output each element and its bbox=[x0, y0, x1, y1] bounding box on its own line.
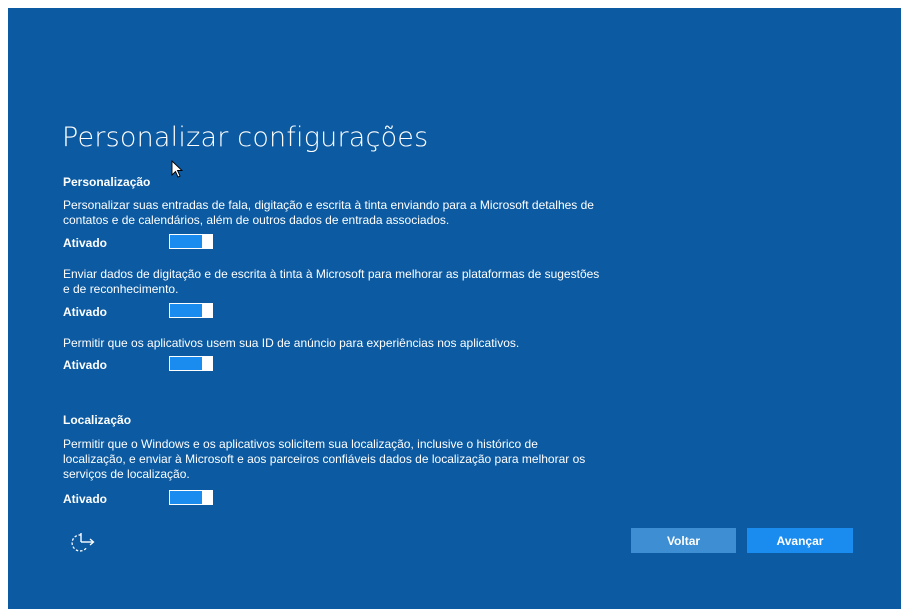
toggle-state-label: Ativado bbox=[63, 236, 108, 250]
section-heading-personalization: Personalização bbox=[63, 175, 151, 189]
advertising-id-toggle[interactable] bbox=[169, 356, 213, 371]
description-line: Permitir que o Windows e os aplicativos … bbox=[63, 437, 538, 451]
setting-description-advertising-id: Permitir que os aplicativos usem sua ID … bbox=[63, 336, 663, 351]
page-title: Personalizar configurações bbox=[62, 122, 429, 153]
mouse-pointer-icon bbox=[171, 160, 183, 178]
description-line: Permitir que os aplicativos usem sua ID … bbox=[63, 336, 520, 350]
ease-of-access-icon[interactable] bbox=[68, 530, 98, 556]
toggle-knob bbox=[202, 491, 212, 504]
toggle-knob bbox=[202, 357, 212, 370]
description-line: Enviar dados de digitação e de escrita à… bbox=[63, 267, 600, 281]
description-line: serviços de localização. bbox=[63, 467, 190, 481]
setup-screen: Personalizar configurações Personalizaçã… bbox=[8, 8, 901, 609]
typing-data-toggle[interactable] bbox=[169, 303, 213, 318]
speech-ink-toggle[interactable] bbox=[169, 234, 213, 249]
setting-description-typing-data: Enviar dados de digitação e de escrita à… bbox=[63, 267, 663, 297]
setting-description-speech-ink: Personalizar suas entradas de fala, digi… bbox=[63, 198, 663, 228]
description-line: e de reconhecimento. bbox=[63, 282, 179, 296]
toggle-knob bbox=[202, 304, 212, 317]
description-line: Personalizar suas entradas de fala, digi… bbox=[63, 198, 594, 212]
location-toggle[interactable] bbox=[169, 490, 213, 505]
toggle-knob bbox=[202, 235, 212, 248]
description-line: localização, e enviar à Microsoft e aos … bbox=[63, 452, 586, 466]
toggle-state-label: Ativado bbox=[63, 305, 108, 319]
next-button[interactable]: Avançar bbox=[747, 528, 853, 553]
setting-description-location: Permitir que o Windows e os aplicativos … bbox=[63, 437, 663, 482]
toggle-state-label: Ativado bbox=[63, 358, 108, 372]
description-line: contatos e de calendários, além de outro… bbox=[63, 213, 450, 227]
back-button[interactable]: Voltar bbox=[631, 528, 736, 553]
section-heading-location: Localização bbox=[63, 413, 132, 427]
toggle-state-label: Ativado bbox=[63, 492, 108, 506]
